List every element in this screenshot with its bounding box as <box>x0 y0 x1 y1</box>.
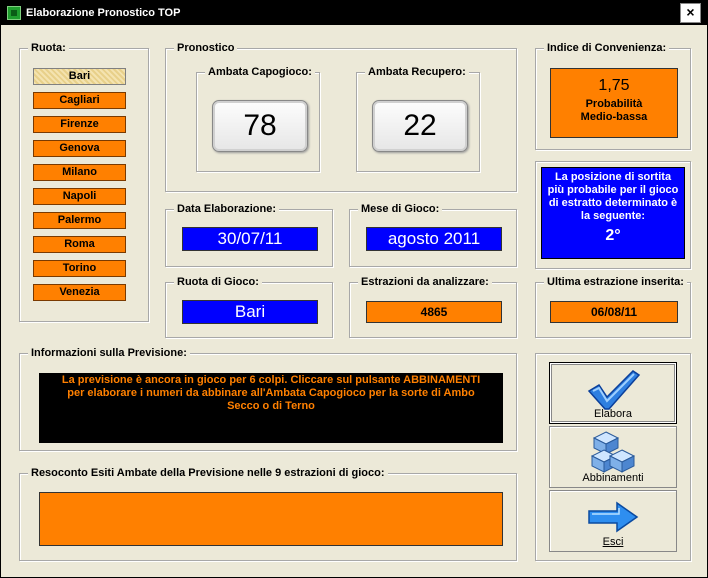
informazioni-line-1: La previsione è ancora in gioco per 6 co… <box>61 374 481 386</box>
posizione-line-2: più probabile per il gioco <box>547 184 679 196</box>
posizione-value: 2° <box>605 227 621 244</box>
ruota-item-roma[interactable]: Roma <box>33 236 126 253</box>
recupero-group: Ambata Recupero: 22 <box>356 65 480 172</box>
resoconto-panel <box>39 492 503 546</box>
data-elaborazione-group: Data Elaborazione: 30/07/11 <box>165 202 333 267</box>
capogioco-group: Ambata Capogioco: 78 <box>196 65 320 172</box>
ruota-gioco-value: Bari <box>182 300 318 324</box>
informazioni-line-2: per elaborare i numeri da abbinare all'A… <box>67 387 475 399</box>
posizione-line-4: la seguente: <box>580 210 646 222</box>
window-title: Elaborazione Pronostico TOP <box>26 7 181 19</box>
resoconto-group: Resoconto Esiti Ambate della Previsione … <box>19 466 517 561</box>
abbinamenti-label: Abbinamenti <box>582 472 644 484</box>
ultima-estrazione-group: Ultima estrazione inserita: 06/08/11 <box>535 275 691 338</box>
informazioni-legend: Informazioni sulla Previsione: <box>28 346 190 360</box>
informazioni-line-3: Secco o di Terno <box>227 400 315 412</box>
ultima-estrazione-value: 06/08/11 <box>550 301 678 323</box>
data-elaborazione-value: 30/07/11 <box>182 227 318 251</box>
ruota-group: Ruota: Bari Cagliari Firenze Genova Mila… <box>19 41 149 322</box>
ruota-item-venezia[interactable]: Venezia <box>33 284 126 301</box>
posizione-line-3: di estratto determinato è <box>548 197 678 209</box>
cubes-icon <box>590 431 636 473</box>
mese-gioco-legend: Mese di Gioco: <box>358 202 443 216</box>
main-window: Elaborazione Pronostico TOP × Ruota: Bar… <box>0 0 708 578</box>
pronostico-legend: Pronostico <box>174 41 238 55</box>
posizione-line-1: La posizione di sortita <box>554 171 672 183</box>
estrazioni-group: Estrazioni da analizzare: 4865 <box>349 275 517 338</box>
pronostico-group: Pronostico Ambata Capogioco: 78 Ambata R… <box>165 41 517 192</box>
posizione-group: La posizione di sortita più probabile pe… <box>535 161 691 269</box>
indice-panel: 1,75 Probabilità Medio-bassa <box>550 68 678 138</box>
indice-label-1: Probabilità <box>585 98 643 110</box>
ultima-estrazione-legend: Ultima estrazione inserita: <box>544 275 687 289</box>
estrazioni-value: 4865 <box>366 301 502 323</box>
abbinamenti-button[interactable]: Abbinamenti <box>549 426 677 488</box>
resoconto-legend: Resoconto Esiti Ambate della Previsione … <box>28 466 388 480</box>
capogioco-legend: Ambata Capogioco: <box>205 65 315 79</box>
ruota-gioco-legend: Ruota di Gioco: <box>174 275 262 289</box>
informazioni-panel: La previsione è ancora in gioco per 6 co… <box>39 373 503 443</box>
esci-label: Esci <box>602 536 624 548</box>
ruota-item-palermo[interactable]: Palermo <box>33 212 126 229</box>
ruota-item-genova[interactable]: Genova <box>33 140 126 157</box>
indice-value: 1,75 <box>598 77 630 94</box>
indice-legend: Indice di Convenienza: <box>544 41 670 55</box>
ruota-item-milano[interactable]: Milano <box>33 164 126 181</box>
ruota-item-torino[interactable]: Torino <box>33 260 126 277</box>
ruota-item-napoli[interactable]: Napoli <box>33 188 126 205</box>
arrow-right-icon <box>588 501 639 533</box>
ruota-item-cagliari[interactable]: Cagliari <box>33 92 126 109</box>
ruota-gioco-group: Ruota di Gioco: Bari <box>165 275 333 338</box>
data-elaborazione-legend: Data Elaborazione: <box>174 202 280 216</box>
elabora-button[interactable]: Elabora <box>549 362 677 424</box>
indice-label-2: Medio-bassa <box>580 111 648 123</box>
ruota-item-bari[interactable]: Bari <box>33 68 126 85</box>
esci-button[interactable]: Esci <box>549 490 677 552</box>
capogioco-value: 78 <box>212 100 308 152</box>
estrazioni-legend: Estrazioni da analizzare: <box>358 275 492 289</box>
ruota-item-firenze[interactable]: Firenze <box>33 116 126 133</box>
app-icon <box>7 6 21 20</box>
ruota-legend: Ruota: <box>28 41 69 55</box>
indice-group: Indice di Convenienza: 1,75 Probabilità … <box>535 41 691 150</box>
recupero-value: 22 <box>372 100 468 152</box>
mese-gioco-value: agosto 2011 <box>366 227 502 251</box>
informazioni-group: Informazioni sulla Previsione: La previs… <box>19 346 517 451</box>
mese-gioco-group: Mese di Gioco: agosto 2011 <box>349 202 517 267</box>
client-area: Ruota: Bari Cagliari Firenze Genova Mila… <box>5 25 705 575</box>
title-bar: Elaborazione Pronostico TOP × <box>1 1 707 25</box>
recupero-legend: Ambata Recupero: <box>365 65 469 79</box>
close-button[interactable]: × <box>680 3 701 23</box>
elabora-label: Elabora <box>594 408 632 420</box>
checkmark-icon <box>587 370 641 410</box>
posizione-panel: La posizione di sortita più probabile pe… <box>541 167 685 259</box>
